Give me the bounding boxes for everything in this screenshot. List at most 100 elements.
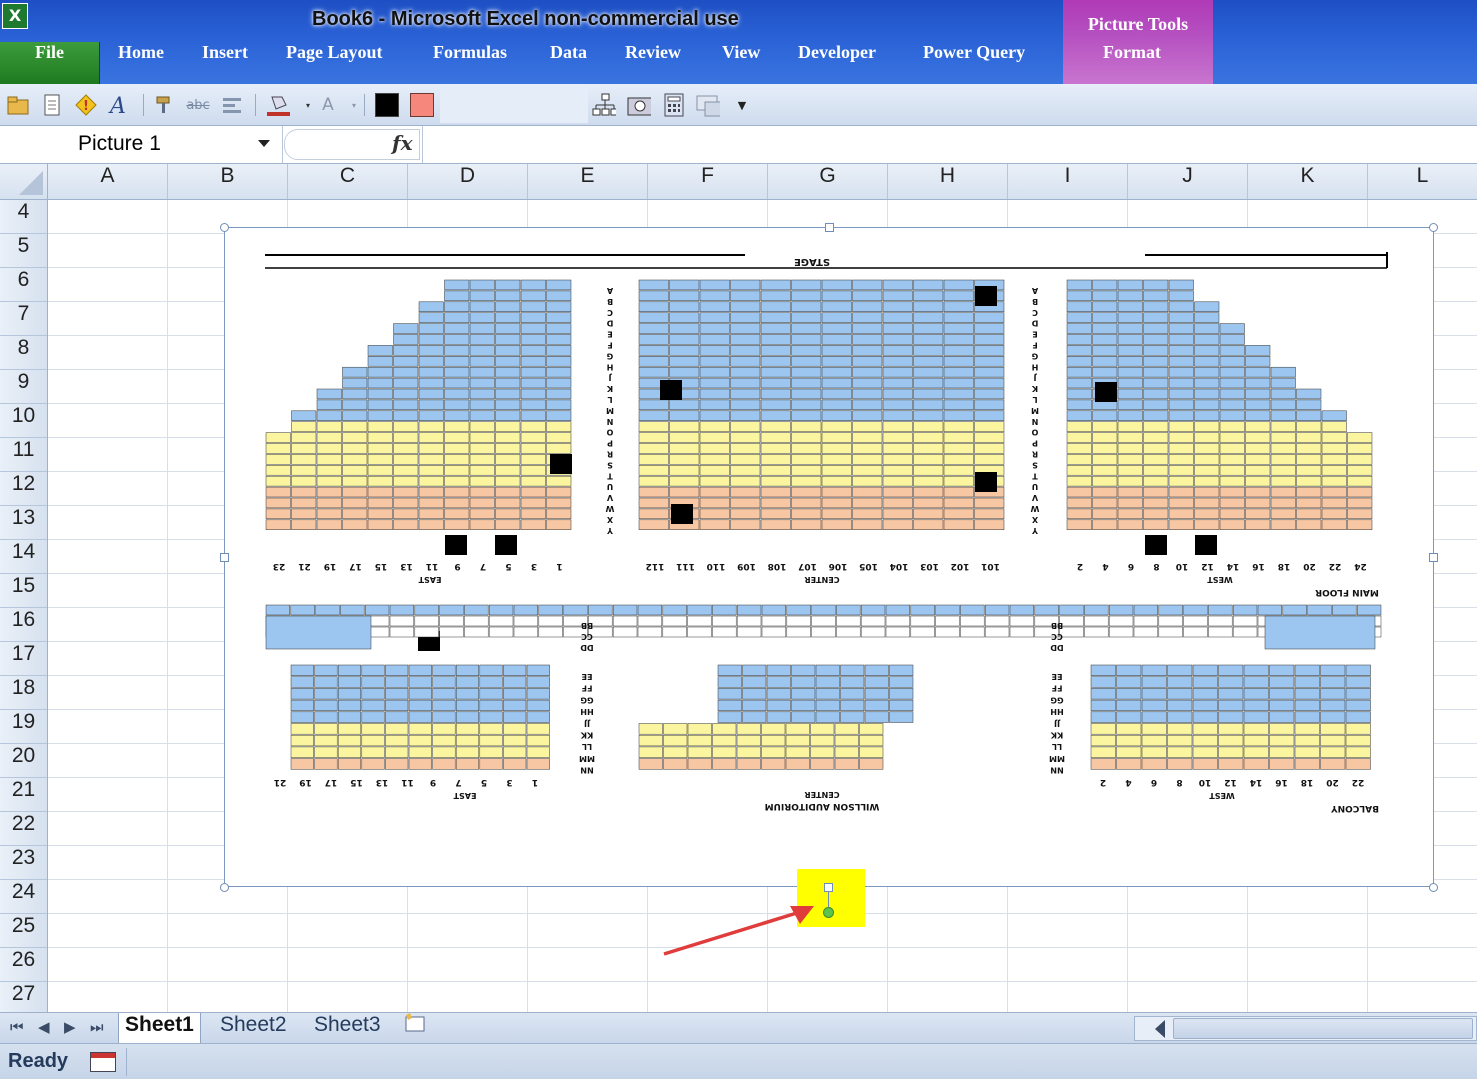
tab-power-query[interactable]: Power Query bbox=[923, 42, 1025, 84]
first-sheet-icon[interactable]: ⏮ bbox=[10, 1018, 24, 1036]
org-chart-icon[interactable] bbox=[592, 93, 616, 117]
row-header-23[interactable]: 23 bbox=[0, 846, 47, 880]
rotate-handle[interactable] bbox=[823, 907, 834, 918]
resize-handle-left[interactable] bbox=[220, 553, 229, 562]
row-header-24[interactable]: 24 bbox=[0, 880, 47, 914]
column-header-h[interactable]: H bbox=[888, 164, 1008, 199]
font-color-icon[interactable]: A bbox=[316, 93, 340, 117]
row-header-8[interactable]: 8 bbox=[0, 336, 47, 370]
insert-function-icon[interactable]: fx bbox=[392, 131, 413, 155]
tab-formulas[interactable]: Formulas bbox=[433, 42, 507, 84]
main-center-seat bbox=[943, 508, 974, 520]
open-icon[interactable] bbox=[6, 93, 30, 117]
column-header-l[interactable]: L bbox=[1368, 164, 1477, 199]
color-salmon-swatch[interactable] bbox=[410, 93, 434, 117]
row-header-7[interactable]: 7 bbox=[0, 302, 47, 336]
seating-chart-picture[interactable]: STAGE A A B B C C D D E E F F G G H H J J K K L L M M N N O O P P R R S S T… bbox=[224, 227, 1434, 887]
align-icon[interactable] bbox=[220, 93, 244, 117]
row-header-11[interactable]: 11 bbox=[0, 438, 47, 472]
resize-handle-top-right[interactable] bbox=[1429, 223, 1438, 232]
scroll-thumb[interactable] bbox=[1173, 1018, 1473, 1039]
color-black-swatch[interactable] bbox=[375, 93, 399, 117]
main-east-seat bbox=[520, 388, 546, 400]
row-header-27[interactable]: 27 bbox=[0, 982, 47, 1016]
macro-record-icon[interactable] bbox=[90, 1052, 116, 1072]
info-icon[interactable]: ! bbox=[74, 93, 98, 117]
chart-icon[interactable] bbox=[696, 93, 720, 117]
format-painter-icon[interactable] bbox=[152, 93, 176, 117]
scroll-left-icon[interactable] bbox=[1155, 1020, 1165, 1038]
prev-sheet-icon[interactable]: ◀ bbox=[38, 1018, 50, 1036]
row-header-6[interactable]: 6 bbox=[0, 268, 47, 302]
row-header-17[interactable]: 17 bbox=[0, 642, 47, 676]
row-header-18[interactable]: 18 bbox=[0, 676, 47, 710]
row-header-4[interactable]: 4 bbox=[0, 200, 47, 234]
spelling-icon[interactable]: A bbox=[108, 93, 132, 117]
row-header-15[interactable]: 15 bbox=[0, 574, 47, 608]
main-center-seat bbox=[699, 290, 730, 302]
formula-input[interactable] bbox=[422, 126, 1477, 163]
customize-dropdown-icon[interactable]: ▼ bbox=[730, 93, 754, 117]
tab-developer[interactable]: Developer bbox=[798, 42, 876, 84]
tab-sheet2[interactable]: Sheet2 bbox=[214, 1013, 293, 1043]
main-east-seat bbox=[520, 508, 546, 520]
column-header-f[interactable]: F bbox=[648, 164, 768, 199]
camera-icon[interactable] bbox=[627, 93, 651, 117]
row-header-13[interactable]: 13 bbox=[0, 506, 47, 540]
tab-sheet3[interactable]: Sheet3 bbox=[308, 1013, 387, 1043]
font-color-dropdown-icon[interactable]: ▾ bbox=[342, 93, 366, 117]
resize-handle-bottom-left[interactable] bbox=[220, 883, 229, 892]
row-header-20[interactable]: 20 bbox=[0, 744, 47, 778]
column-header-j[interactable]: J bbox=[1128, 164, 1248, 199]
last-sheet-icon[interactable]: ⏭ bbox=[90, 1018, 104, 1036]
tab-page-layout[interactable]: Page Layout bbox=[286, 42, 383, 84]
tab-data[interactable]: Data bbox=[550, 42, 587, 84]
column-header-k[interactable]: K bbox=[1248, 164, 1368, 199]
column-header-e[interactable]: E bbox=[528, 164, 648, 199]
row-header-9[interactable]: 9 bbox=[0, 370, 47, 404]
row-header-5[interactable]: 5 bbox=[0, 234, 47, 268]
tab-home[interactable]: Home bbox=[118, 42, 164, 84]
tab-format[interactable]: Format bbox=[1103, 42, 1161, 84]
tab-review[interactable]: Review bbox=[625, 42, 681, 84]
column-header-i[interactable]: I bbox=[1008, 164, 1128, 199]
row-header-10[interactable]: 10 bbox=[0, 404, 47, 438]
calculator-icon[interactable] bbox=[662, 93, 686, 117]
tab-insert[interactable]: Insert bbox=[202, 42, 248, 84]
column-header-a[interactable]: A bbox=[48, 164, 168, 199]
next-sheet-icon[interactable]: ▶ bbox=[64, 1018, 76, 1036]
resize-handle-right[interactable] bbox=[1429, 553, 1438, 562]
row-header-14[interactable]: 14 bbox=[0, 540, 47, 574]
column-header-c[interactable]: C bbox=[288, 164, 408, 199]
row-header-16[interactable]: 16 bbox=[0, 608, 47, 642]
strikethrough-icon[interactable]: abc bbox=[186, 93, 210, 117]
name-box[interactable]: Picture 1 bbox=[0, 126, 283, 163]
resize-handle-bottom-right[interactable] bbox=[1429, 883, 1438, 892]
row-header-21[interactable]: 21 bbox=[0, 778, 47, 812]
column-header-g[interactable]: G bbox=[768, 164, 888, 199]
tab-view[interactable]: View bbox=[722, 42, 760, 84]
insert-sheet-icon[interactable] bbox=[396, 1013, 434, 1043]
main-center-seat bbox=[760, 356, 791, 367]
resize-handle-top[interactable] bbox=[825, 223, 834, 232]
row-header-25[interactable]: 25 bbox=[0, 914, 47, 948]
row-header-19[interactable]: 19 bbox=[0, 710, 47, 744]
excel-icon[interactable]: X bbox=[2, 3, 28, 29]
name-box-dropdown-icon[interactable] bbox=[258, 140, 270, 147]
main-east-seat bbox=[546, 388, 572, 400]
main-west-seat bbox=[1245, 486, 1271, 498]
horizontal-scrollbar[interactable] bbox=[1134, 1016, 1477, 1041]
tab-file[interactable]: File bbox=[0, 42, 100, 84]
row-header-12[interactable]: 12 bbox=[0, 472, 47, 506]
main-center-seat bbox=[974, 410, 1005, 421]
column-header-b[interactable]: B bbox=[168, 164, 288, 199]
new-icon[interactable] bbox=[40, 93, 64, 117]
row-header-22[interactable]: 22 bbox=[0, 812, 47, 846]
resize-handle-top-left[interactable] bbox=[220, 223, 229, 232]
resize-handle-bottom[interactable] bbox=[824, 883, 833, 892]
fill-color-icon[interactable] bbox=[266, 93, 290, 117]
select-all-button[interactable] bbox=[0, 164, 48, 199]
tab-sheet1[interactable]: Sheet1 bbox=[118, 1013, 201, 1043]
row-header-26[interactable]: 26 bbox=[0, 948, 47, 982]
column-header-d[interactable]: D bbox=[408, 164, 528, 199]
